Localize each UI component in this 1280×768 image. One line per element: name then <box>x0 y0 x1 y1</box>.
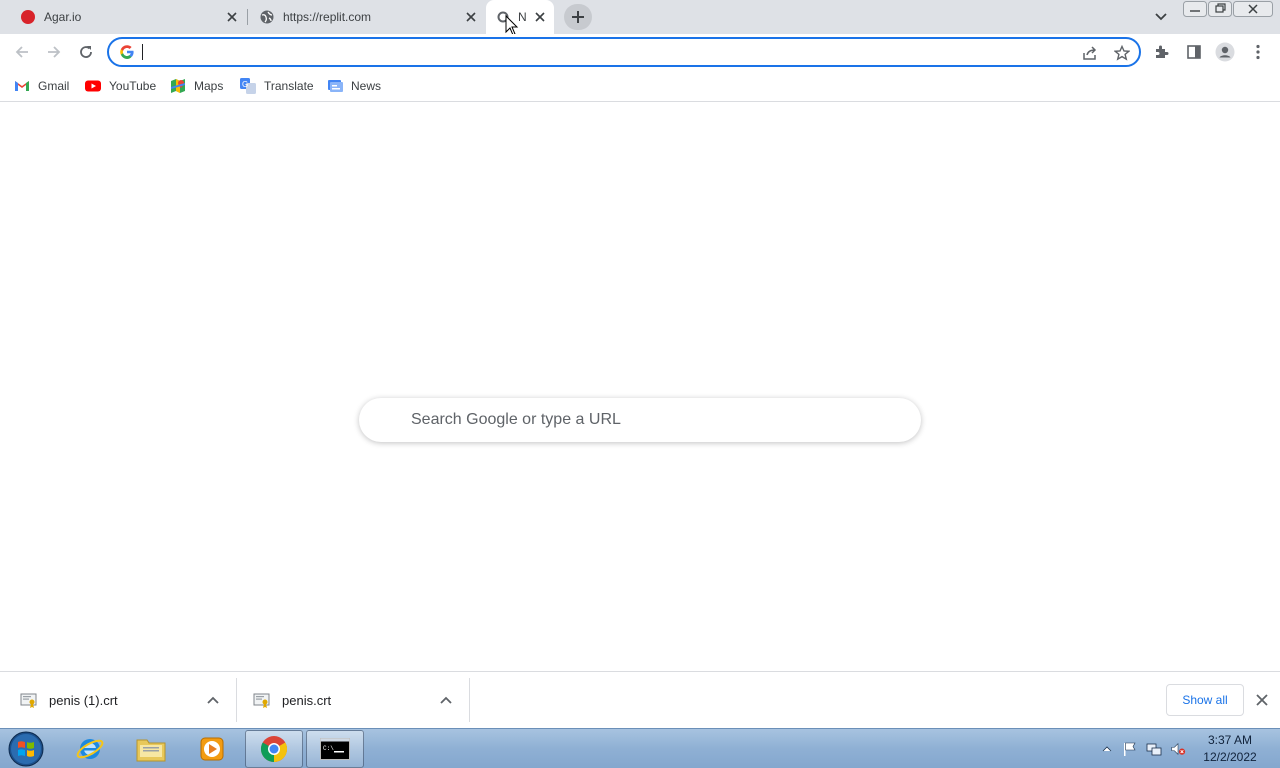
back-button[interactable] <box>10 40 34 64</box>
tab-close-icon[interactable] <box>532 9 548 25</box>
bookmark-gmail[interactable]: Gmail <box>14 76 69 96</box>
bookmark-label: Translate <box>264 79 314 93</box>
show-hidden-icons-icon[interactable] <box>1099 741 1115 757</box>
restore-button[interactable] <box>1208 1 1232 17</box>
svg-text:C:\: C:\ <box>323 745 334 752</box>
bookmarks-bar: Gmail YouTube Maps G Translate News <box>0 70 1280 102</box>
tab-search-chevron-icon[interactable] <box>1152 8 1170 26</box>
bookmark-youtube[interactable]: YouTube <box>85 76 156 96</box>
new-tab-button[interactable] <box>564 4 592 30</box>
bookmark-label: YouTube <box>109 79 157 93</box>
folder-icon <box>136 739 166 762</box>
address-bar[interactable] <box>107 37 1141 67</box>
text-caret <box>142 44 143 60</box>
tab-replit[interactable]: https://replit.com <box>248 0 486 34</box>
address-input[interactable] <box>145 41 1045 63</box>
cmd-icon: C:\ <box>320 738 350 760</box>
tab-title: https://replit.com <box>283 10 372 24</box>
certificate-icon <box>253 693 271 709</box>
extensions-puzzle-icon[interactable] <box>1152 42 1172 62</box>
network-icon[interactable] <box>1146 741 1162 757</box>
clock-date: 12/2/2022 <box>1203 750 1257 764</box>
clock-time: 3:37 AM <box>1207 733 1253 747</box>
bookmark-news[interactable]: News <box>327 76 381 96</box>
gmail-icon <box>14 78 30 94</box>
forward-button[interactable] <box>42 40 66 64</box>
forward-arrow-icon <box>48 46 61 58</box>
tab-close-icon[interactable] <box>224 9 240 25</box>
media-player-icon <box>200 737 224 761</box>
download-shelf: penis (1).crt penis.crt Show all <box>0 671 1280 728</box>
taskbar-cmd[interactable]: C:\ <box>306 730 364 768</box>
plus-icon <box>572 11 584 23</box>
download-filename: penis.crt <box>282 693 332 708</box>
bookmark-translate[interactable]: G Translate <box>240 76 314 96</box>
show-all-button[interactable]: Show all <box>1166 684 1244 716</box>
download-item-2[interactable]: penis.crt <box>253 672 433 729</box>
ntp-search-placeholder: Search Google or type a URL <box>411 411 621 428</box>
ntp-search-box[interactable]: Search Google or type a URL <box>359 398 921 442</box>
tab-title: N <box>518 10 527 24</box>
side-panel-icon[interactable] <box>1184 42 1204 62</box>
windows-taskbar: C:\ 3:37 AM 12/2/2022 <box>0 728 1280 768</box>
new-tab-page: Search Google or type a URL <box>0 103 1280 671</box>
download-separator <box>236 678 237 722</box>
windows-logo-icon <box>8 731 44 767</box>
svg-text:G: G <box>242 80 248 89</box>
screen: Agar.io https://replit.com N Gmail YouTu… <box>0 0 1280 768</box>
globe-icon <box>259 9 275 25</box>
chevron-up-icon[interactable] <box>205 692 221 708</box>
close-shelf-icon[interactable] <box>1254 692 1270 708</box>
download-filename: penis (1).crt <box>49 693 118 708</box>
bookmark-label: Gmail <box>38 79 70 93</box>
bookmark-label: Maps <box>194 79 224 93</box>
tab-title: Agar.io <box>44 10 82 24</box>
tab-new-tab[interactable]: N <box>486 0 554 36</box>
download-item-1[interactable]: penis (1).crt <box>20 672 220 729</box>
google-g-icon <box>119 44 135 60</box>
tab-strip: Agar.io https://replit.com N <box>0 0 1280 36</box>
volume-muted-icon[interactable] <box>1170 741 1186 757</box>
reload-button[interactable] <box>74 40 98 64</box>
chrome-icon <box>260 736 288 763</box>
bookmark-label: News <box>351 79 382 93</box>
youtube-icon <box>85 78 101 94</box>
translate-icon: G <box>240 78 256 94</box>
browser-toolbar <box>0 34 1280 70</box>
ie-icon <box>76 739 104 759</box>
bookmark-maps[interactable]: Maps <box>170 76 223 96</box>
bookmark-star-icon[interactable] <box>1113 44 1131 62</box>
reload-icon <box>80 46 92 58</box>
minimize-button[interactable] <box>1183 1 1207 17</box>
window-close-button[interactable] <box>1233 1 1273 17</box>
taskbar-media-player[interactable] <box>183 730 241 768</box>
download-separator <box>469 678 470 722</box>
taskbar-ie[interactable] <box>61 730 119 768</box>
agar-icon <box>21 10 35 24</box>
share-icon[interactable] <box>1081 44 1099 62</box>
certificate-icon <box>20 693 38 709</box>
system-clock[interactable]: 3:37 AM 12/2/2022 <box>1196 732 1264 766</box>
profile-avatar-icon[interactable] <box>1215 42 1235 62</box>
action-center-flag-icon[interactable] <box>1122 741 1138 757</box>
maps-icon <box>170 78 186 94</box>
taskbar-explorer[interactable] <box>122 730 180 768</box>
more-menu-icon[interactable] <box>1248 42 1268 62</box>
back-arrow-icon <box>15 46 28 58</box>
start-button[interactable] <box>6 730 46 768</box>
news-icon <box>327 78 343 94</box>
taskbar-chrome[interactable] <box>245 730 303 768</box>
chevron-up-icon[interactable] <box>438 692 454 708</box>
tab-close-icon[interactable] <box>463 9 479 25</box>
tab-agar[interactable]: Agar.io <box>8 0 248 34</box>
